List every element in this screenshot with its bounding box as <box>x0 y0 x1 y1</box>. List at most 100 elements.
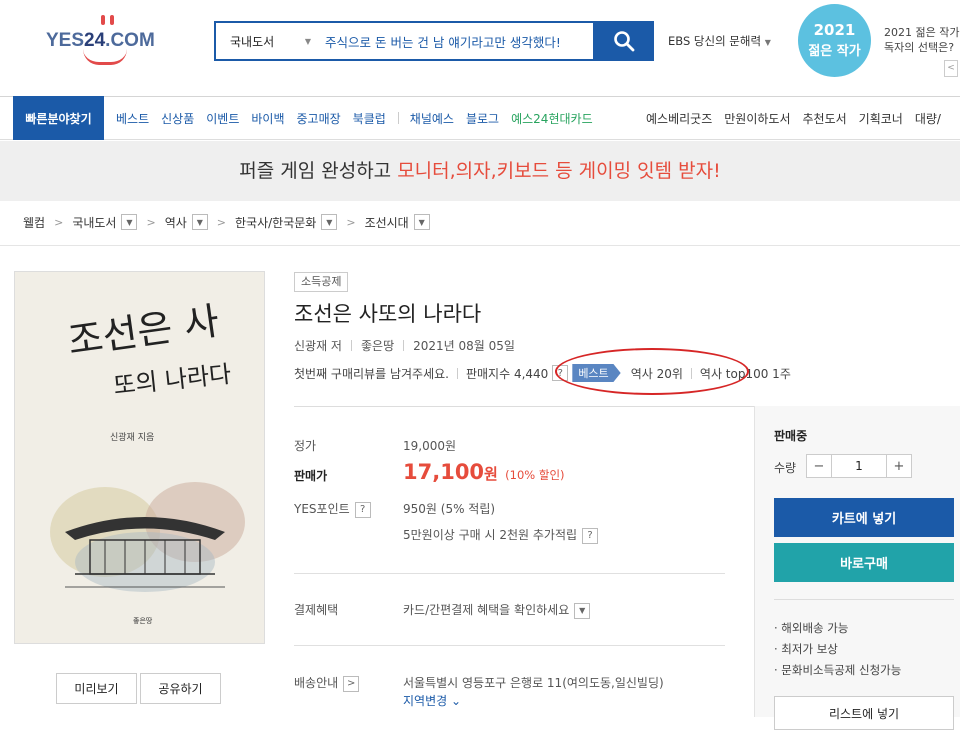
shipping-label-row: 배송안내 > <box>294 674 360 692</box>
publish-date: 2021년 08월 05일 <box>413 339 515 353</box>
lowest-price-link[interactable]: · 최저가 보상 <box>774 641 838 657</box>
cover-title-line1: 조선은 사 <box>65 298 222 364</box>
overseas-shipping-link[interactable]: · 해외배송 가능 <box>774 620 848 636</box>
tax-deduction-badge: 소득공제 <box>294 272 349 292</box>
chevron-down-icon[interactable]: ▼ <box>191 214 208 230</box>
nav-item-channel[interactable]: 채널예스 <box>410 110 454 127</box>
preview-button[interactable]: 미리보기 <box>56 673 137 704</box>
logo-eye-right <box>110 15 114 25</box>
nav-item-bulk[interactable]: 대량/ <box>915 110 941 127</box>
add-to-cart-button[interactable]: 카트에 넣기 <box>774 498 954 537</box>
banner-text: 퍼즐 게임 완성하고 <box>239 160 398 182</box>
nav-item-bookclub[interactable]: 북클럽 <box>353 110 386 127</box>
search-input[interactable] <box>321 33 593 49</box>
quick-category-button[interactable]: 빠른분야찾기 <box>13 96 104 140</box>
culture-deduction-link[interactable]: · 문화비소득공제 신청가능 <box>774 662 901 678</box>
nav-item-event[interactable]: 이벤트 <box>206 110 239 127</box>
cover-publisher: 좋은땅 <box>133 617 153 625</box>
list-price-value: 19,000원 <box>403 439 457 453</box>
breadcrumb-korean-history[interactable]: 한국사/한국문화 <box>235 214 316 231</box>
nav-menu: 베스트 신상품 이벤트 바이백 중고매장 북클럽 채널예스 블로그 예스24현대… <box>116 96 605 140</box>
chevron-right-icon: > <box>216 215 227 229</box>
payment-value: 카드/간편결제 혜택을 확인하세요 <box>403 603 570 617</box>
quantity-increase-button[interactable]: + <box>887 455 911 477</box>
author-link[interactable]: 신광재 저 <box>294 337 342 354</box>
quantity-stepper: − 1 + <box>806 454 912 478</box>
payment-label: 결제혜택 <box>294 603 339 617</box>
sale-price-value: 17,100 <box>403 460 485 484</box>
quantity-decrease-button[interactable]: − <box>807 455 831 477</box>
nav-right-menu: 예스베리굿즈 만원이하도서 추천도서 기획코너 대량/ <box>646 96 953 140</box>
search-icon <box>614 31 635 52</box>
divider <box>403 340 405 351</box>
logo-text-com: .COM <box>105 30 155 51</box>
sale-price: 17,100원 (10% 할인) <box>403 460 565 484</box>
highlight-annotation <box>555 348 749 395</box>
logo-text-yes: YES <box>46 30 85 51</box>
chevron-down-icon[interactable]: ▼ <box>574 602 591 619</box>
chevron-down-icon: ▼ <box>304 36 311 46</box>
nav-item-blog[interactable]: 블로그 <box>466 110 499 127</box>
sales-index: 판매지수 4,440 <box>465 366 549 381</box>
cover-title-line2: 또의 나라다 <box>112 359 233 401</box>
share-button[interactable]: 공유하기 <box>140 673 221 704</box>
breadcrumb-domestic[interactable]: 국내도서 <box>72 214 116 231</box>
book-meta: 신광재 저 좋은땅 2021년 08월 05일 <box>294 337 515 354</box>
search-bar: 국내도서 ▼ <box>214 21 595 61</box>
chevron-right-icon[interactable]: > <box>343 675 360 692</box>
search-category-label: 국내도서 <box>230 34 275 49</box>
divider <box>0 245 960 246</box>
nav-item-new[interactable]: 신상품 <box>161 110 194 127</box>
quantity-input[interactable]: 1 <box>831 455 887 477</box>
discount-rate: (10% 할인) <box>505 468 565 482</box>
chevron-right-icon: > <box>54 215 64 229</box>
add-to-list-button[interactable]: 리스트에 넣기 <box>774 696 954 730</box>
cover-author: 신광재 지음 <box>110 433 155 443</box>
help-icon[interactable]: ? <box>582 527 599 544</box>
nav-item-under-10k[interactable]: 만원이하도서 <box>724 110 790 127</box>
promo-text[interactable]: 2021 젊은 작가 독자의 선택은? <box>884 25 959 55</box>
breadcrumb-home[interactable]: 웰컴 <box>23 214 45 231</box>
nav-item-special[interactable]: 기획코너 <box>859 110 903 127</box>
sale-price-label: 판매가 <box>294 469 328 483</box>
promo-prev-button[interactable]: < <box>944 60 958 77</box>
point-extra-row: 5만원이상 구매 시 2천원 추가적립? <box>403 526 599 544</box>
region-change-link[interactable]: 지역변경 ⌄ <box>403 692 461 709</box>
chevron-down-icon: ▼ <box>764 38 771 47</box>
badge-text: 젊은 작가 <box>808 44 861 59</box>
nav-item-used-store[interactable]: 중고매장 <box>297 110 341 127</box>
region-change-label: 지역변경 <box>403 694 448 708</box>
ebs-label: EBS 당신의 문해력 <box>668 34 762 48</box>
promo-line2: 독자의 선택은? <box>884 41 955 54</box>
nav-item-card[interactable]: 예스24현대카드 <box>511 110 593 127</box>
divider <box>774 599 954 600</box>
nav-item-best[interactable]: 베스트 <box>116 110 149 127</box>
chevron-down-icon[interactable]: ▼ <box>321 214 338 230</box>
book-cover-image[interactable]: 조선은 사 또의 나라다 신광재 지음 좋은땅 <box>14 271 265 644</box>
payment-row: 카드/간편결제 혜택을 확인하세요 ▼ <box>403 601 591 619</box>
chevron-down-icon[interactable]: ▼ <box>121 214 138 230</box>
publisher-link[interactable]: 좋은땅 <box>361 337 394 354</box>
search-button[interactable] <box>594 21 654 61</box>
divider <box>350 340 352 351</box>
search-category-select[interactable]: 국내도서 ▼ <box>216 23 321 59</box>
yes-point-value: 950원 (5% 적립) <box>403 502 496 516</box>
breadcrumb-history[interactable]: 역사 <box>165 214 187 231</box>
book-title: 조선은 사또의 나라다 <box>294 302 482 326</box>
nav-item-buyback[interactable]: 바이백 <box>251 110 284 127</box>
buy-now-button[interactable]: 바로구매 <box>774 543 954 582</box>
event-banner[interactable]: 퍼즐 게임 완성하고 모니터,의자,키보드 등 게이밍 잇템 받자! <box>0 141 960 201</box>
ebs-dropdown[interactable]: EBS 당신의 문해력 ▼ <box>668 33 771 49</box>
help-icon[interactable]: ? <box>354 501 371 518</box>
nav-item-recommended[interactable]: 추천도서 <box>803 110 847 127</box>
chevron-down-icon[interactable]: ▼ <box>413 214 430 230</box>
young-writer-badge[interactable]: 2021 젊은 작가 <box>798 4 871 77</box>
nav-item-goods[interactable]: 예스베리굿즈 <box>646 110 712 127</box>
chevron-right-icon: > <box>146 215 156 229</box>
divider <box>294 406 754 407</box>
logo-eye-left <box>101 15 105 25</box>
logo-smile <box>83 49 127 65</box>
promo-line1: 2021 젊은 작가 <box>884 26 960 39</box>
review-link[interactable]: 첫번째 구매리뷰를 남겨주세요. <box>294 365 449 382</box>
breadcrumb-joseon[interactable]: 조선시대 <box>365 214 409 231</box>
